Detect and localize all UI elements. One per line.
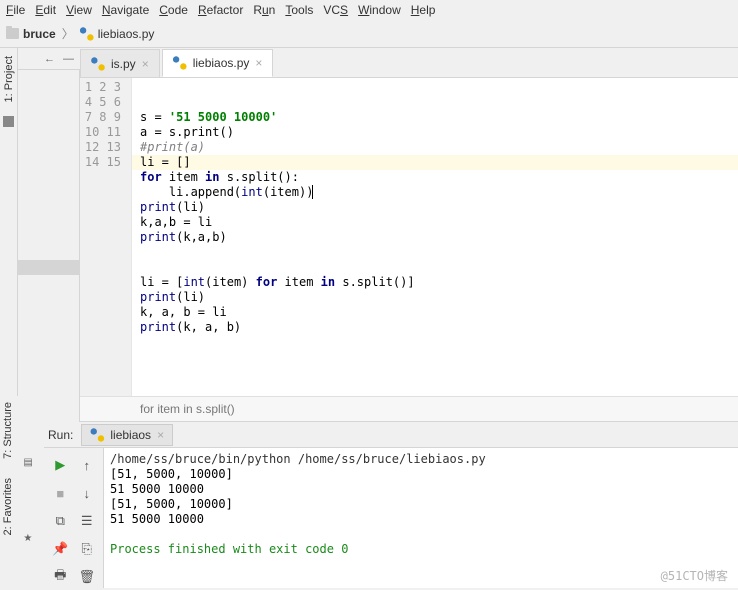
breadcrumb-folder-label: bruce (23, 27, 56, 41)
project-tool-icon (3, 116, 14, 127)
menu-vcs[interactable]: VCS (323, 3, 348, 17)
editor-tab-is[interactable]: is.py × (80, 49, 160, 77)
navigation-breadcrumb: bruce 〉 liebiaos.py (0, 20, 738, 48)
watermark: @51CTO博客 (661, 569, 728, 584)
collapse-left-icon[interactable]: ← (44, 53, 55, 65)
run-tool-window: ▶ ↑ ■ ↓ ⧉ ☰ 📌 ⎘ 🖶 🗑 /home/ss/bruce/bin/p… (44, 448, 738, 588)
breadcrumb-file-label: liebiaos.py (98, 27, 155, 41)
console-exit: Process finished with exit code 0 (110, 542, 348, 556)
python-file-icon (173, 56, 187, 70)
breadcrumb-file[interactable]: liebiaos.py (80, 27, 155, 41)
print-icon[interactable]: 🖶 (48, 564, 73, 590)
menu-view[interactable]: View (66, 3, 92, 17)
menu-bar: File Edit View Navigate Code Refactor Ru… (0, 0, 738, 20)
code-breadcrumb-text: for item in s.split() (140, 402, 235, 416)
rerun-button[interactable]: ▶ (48, 452, 73, 478)
menu-help[interactable]: Help (411, 3, 436, 17)
run-tab-label: liebiaos (110, 428, 151, 442)
menu-edit[interactable]: Edit (35, 3, 56, 17)
run-toolbar: ▶ ↑ ■ ↓ ⧉ ☰ 📌 ⎘ 🖶 🗑 (44, 448, 104, 588)
close-tab-icon[interactable]: × (157, 428, 164, 442)
menu-navigate[interactable]: Navigate (102, 3, 149, 17)
menu-refactor[interactable]: Refactor (198, 3, 243, 17)
project-selection-marker (18, 260, 79, 275)
project-tool-button[interactable]: 1: Project (3, 56, 15, 102)
run-tool-window-header: Run: liebiaos × (44, 422, 738, 448)
editor-tabs: is.py × liebiaos.py × (80, 48, 738, 78)
filter-icon[interactable]: ☰ (75, 508, 100, 534)
menu-window[interactable]: Window (358, 3, 401, 17)
close-tab-icon[interactable]: × (255, 56, 262, 70)
console-line: [51, 5000, 10000] (110, 497, 233, 511)
favorites-tool-button[interactable]: 2: Favorites (2, 478, 14, 535)
project-panel-header: ← — (18, 48, 80, 70)
breadcrumb-folder[interactable]: bruce (6, 27, 56, 41)
run-tab[interactable]: liebiaos × (81, 424, 173, 446)
step-down-icon[interactable]: ↓ (75, 480, 100, 506)
structure-tool-button[interactable]: 7: Structure (2, 402, 14, 459)
favorites-icon: ★ (23, 533, 32, 544)
console-line: [51, 5000, 10000] (110, 467, 233, 481)
stop-button[interactable]: ■ (48, 480, 73, 506)
console-cmd: /home/ss/bruce/bin/python /home/ss/bruce… (110, 452, 486, 466)
code-area[interactable]: s = '51 5000 10000' a = s.print() #print… (132, 78, 738, 396)
layout-icon[interactable]: ⧉ (48, 508, 73, 534)
editor-tab-label: liebiaos.py (193, 56, 250, 70)
console-line: 51 5000 10000 (110, 482, 204, 496)
menu-code[interactable]: Code (159, 3, 188, 17)
line-number-gutter: 1 2 3 4 5 6 7 8 9 10 11 12 13 14 15 (80, 78, 132, 396)
code-editor[interactable]: 1 2 3 4 5 6 7 8 9 10 11 12 13 14 15 s = … (80, 78, 738, 396)
run-label: Run: (48, 428, 73, 442)
menu-run[interactable]: Run (253, 3, 275, 17)
run-console[interactable]: /home/ss/bruce/bin/python /home/ss/bruce… (104, 448, 738, 588)
close-tab-icon[interactable]: × (142, 57, 149, 71)
trash-icon[interactable]: 🗑 (75, 564, 100, 590)
pin-icon[interactable]: 📌 (48, 536, 73, 562)
editor-tab-liebiaos[interactable]: liebiaos.py × (162, 49, 274, 77)
hide-icon[interactable]: — (63, 53, 74, 65)
structure-icon: ▤ (23, 457, 32, 468)
python-file-icon (80, 27, 94, 41)
tool-window-left-bottom: 7: Structure ▤ 2: Favorites ★ (0, 396, 44, 588)
code-structure-breadcrumb[interactable]: for item in s.split() (80, 396, 738, 422)
step-up-icon[interactable]: ↑ (75, 452, 100, 478)
folder-icon (6, 28, 19, 39)
editor-tab-label: is.py (111, 57, 136, 71)
console-line: 51 5000 10000 (110, 512, 204, 526)
breadcrumb-separator: 〉 (62, 25, 74, 42)
menu-tools[interactable]: Tools (285, 3, 313, 17)
export-icon[interactable]: ⎘ (75, 536, 100, 562)
python-file-icon (91, 57, 105, 71)
menu-file[interactable]: File (6, 3, 25, 17)
python-file-icon (90, 428, 104, 442)
